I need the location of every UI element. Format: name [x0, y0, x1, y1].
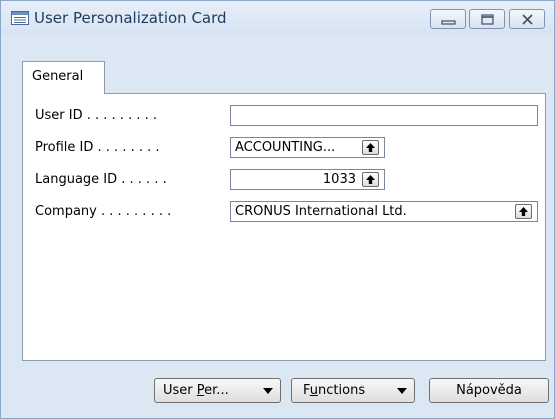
- lookup-arrow-icon: [519, 207, 528, 216]
- company-field[interactable]: CRONUS International Ltd.: [230, 201, 538, 222]
- user-id-field[interactable]: [230, 105, 538, 126]
- profile-id-field[interactable]: ACCOUNTING...: [230, 137, 385, 158]
- user-personalization-card-window: User Personalization Card General User I…: [0, 0, 555, 419]
- minimize-icon: [441, 20, 456, 25]
- functions-menu-button[interactable]: Functions: [291, 378, 415, 403]
- profile-id-value: ACCOUNTING...: [235, 140, 336, 155]
- lookup-arrow-icon: [366, 143, 375, 152]
- user-per-menu-button[interactable]: User Per...: [154, 378, 281, 403]
- language-id-field[interactable]: 1033: [230, 169, 385, 190]
- tab-general[interactable]: General: [22, 61, 105, 94]
- language-id-value: 1033: [322, 172, 356, 187]
- close-icon: [522, 14, 533, 25]
- functions-button-label: Functions: [303, 383, 366, 398]
- tab-general-label: General: [32, 69, 84, 84]
- company-value: CRONUS International Ltd.: [235, 204, 407, 219]
- lookup-arrow-icon: [366, 175, 375, 184]
- profile-id-label: Profile ID . . . . . . . .: [35, 140, 160, 155]
- maximize-button[interactable]: [469, 9, 505, 29]
- close-button[interactable]: [509, 9, 545, 29]
- title-bar[interactable]: User Personalization Card: [1, 1, 554, 35]
- help-button-label: Nápověda: [456, 383, 522, 398]
- language-id-label: Language ID . . . . . .: [35, 172, 167, 187]
- general-tab-panel: User ID . . . . . . . . . Profile ID . .…: [22, 93, 546, 361]
- window-title: User Personalization Card: [34, 9, 227, 27]
- profile-id-lookup-button[interactable]: [362, 140, 379, 155]
- minimize-button[interactable]: [430, 9, 466, 29]
- user-per-button-label: User Per...: [163, 383, 229, 398]
- chevron-down-icon: [263, 388, 273, 394]
- user-id-label: User ID . . . . . . . . .: [35, 108, 157, 123]
- company-label: Company . . . . . . . . .: [35, 204, 172, 219]
- company-lookup-button[interactable]: [515, 204, 532, 219]
- language-id-lookup-button[interactable]: [362, 172, 379, 187]
- card-form-icon: [11, 11, 29, 25]
- chevron-down-icon: [397, 388, 407, 394]
- help-button[interactable]: Nápověda: [429, 378, 549, 403]
- maximize-icon: [481, 14, 494, 25]
